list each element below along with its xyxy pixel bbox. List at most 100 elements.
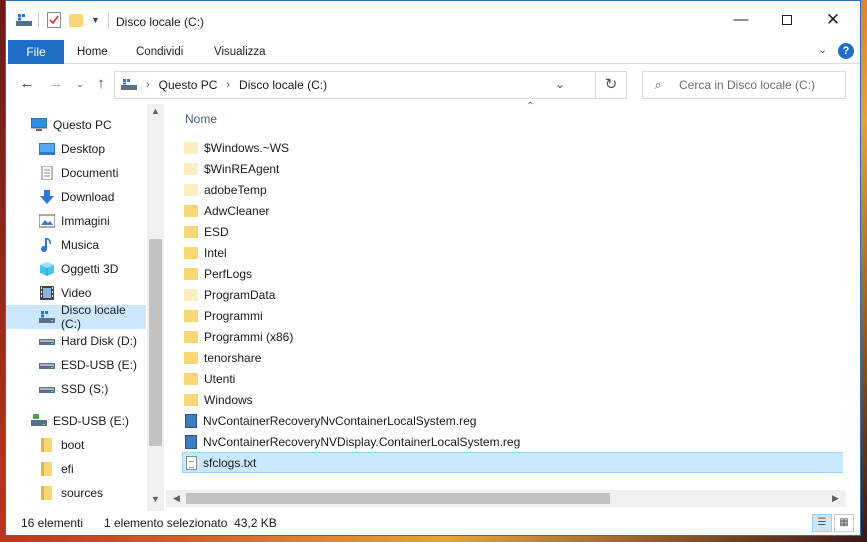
properties-icon[interactable] [47, 12, 61, 28]
sidebar-item-this-pc[interactable]: Questo PC [6, 113, 146, 137]
up-arrow-icon[interactable]: ↑ [90, 74, 112, 94]
maximize-icon [782, 14, 792, 25]
3d-objects-icon [39, 262, 55, 276]
sidebar-item-esd-usb-e[interactable]: ESD-USB (E:) [6, 353, 146, 377]
file-list: ⌃ Nome $Windows.~WS $WinREAgent adobeTem… [166, 101, 860, 509]
file-row[interactable]: NvContainerRecoveryNvContainerLocalSyste… [182, 410, 858, 431]
file-row[interactable]: $Windows.~WS [182, 137, 858, 158]
explorer-window: ▼ Disco locale (C:) — ✕ File Home Condiv… [5, 0, 861, 536]
file-name: $Windows.~WS [204, 140, 290, 155]
sidebar-item-documents[interactable]: Documenti [6, 161, 146, 185]
sort-ascending-icon: ⌃ [526, 101, 535, 112]
folder-icon [39, 486, 55, 500]
search-icon: ⌕ [654, 77, 662, 92]
sidebar-item-label: Video [61, 286, 92, 300]
drive-icon [39, 382, 55, 396]
registry-file-icon [185, 413, 197, 428]
scroll-left-icon[interactable]: ◀ [168, 490, 185, 507]
file-row[interactable]: ProgramData [182, 284, 858, 305]
file-row[interactable]: Programmi (x86) [182, 326, 858, 347]
file-row[interactable]: PerfLogs [182, 263, 858, 284]
file-row[interactable]: $WinREAgent [182, 158, 858, 179]
explorer-icon[interactable] [16, 13, 32, 27]
file-list-horizontal-scrollbar[interactable]: ◀ ▶ [166, 490, 846, 507]
file-row[interactable]: Intel [182, 242, 858, 263]
tab-file[interactable]: File [8, 40, 64, 64]
file-row[interactable]: NvContainerRecoveryNVDisplay.ContainerLo… [182, 431, 858, 452]
file-name: Intel [204, 245, 227, 260]
file-row[interactable]: Windows [182, 389, 858, 410]
sidebar-item-desktop[interactable]: Desktop [6, 137, 146, 161]
breadcrumb-local-disk[interactable]: Disco locale (C:) [239, 78, 327, 92]
folder-icon [184, 351, 198, 364]
back-arrow-icon[interactable]: ← [16, 74, 38, 94]
tab-share[interactable]: Condividi [136, 40, 183, 64]
sidebar-item-video[interactable]: Video [6, 281, 146, 305]
file-row[interactable]: tenorshare [182, 347, 858, 368]
sidebar-item-esd-usb-e-root[interactable]: ESD-USB (E:) [6, 409, 146, 433]
tab-home[interactable]: Home [77, 40, 108, 64]
file-row[interactable]: AdwCleaner [182, 200, 858, 221]
file-name: PerfLogs [204, 266, 253, 281]
sidebar-item-label: sources [61, 486, 104, 500]
pictures-icon [38, 214, 56, 228]
search-input[interactable]: ⌕ Cerca in Disco locale (C:) [642, 71, 846, 99]
sidebar-item-pictures[interactable]: Immagini [6, 209, 146, 233]
sidebar-item-hard-disk-d[interactable]: Hard Disk (D:) [6, 329, 146, 353]
sidebar-item-3d-objects[interactable]: Oggetti 3D [6, 257, 146, 281]
expand-ribbon-icon[interactable]: ⌄ [818, 43, 827, 56]
sidebar-item-label: Questo PC [53, 118, 112, 132]
address-bar[interactable]: › Questo PC › Disco locale (C:) ⌄ [114, 71, 596, 99]
sidebar-scrollbar[interactable]: ▲ ▼ [147, 104, 164, 511]
sidebar-item-efi[interactable]: efi [6, 457, 146, 481]
close-button[interactable]: ✕ [810, 1, 856, 38]
recent-locations-icon[interactable]: ⌄ [69, 74, 91, 94]
tab-view[interactable]: Visualizza [214, 40, 266, 64]
address-dropdown-icon[interactable]: ⌄ [555, 77, 565, 91]
scroll-up-icon[interactable]: ▲ [147, 106, 164, 122]
text-file-icon [186, 455, 197, 470]
navigation-pane: Questo PC Desktop Documenti Download Imm… [6, 104, 164, 511]
sidebar-item-local-disk-c[interactable]: Disco locale (C:) [6, 303, 146, 331]
sidebar-scroll-thumb[interactable] [149, 239, 162, 446]
item-count: 16 elementi [21, 516, 84, 530]
ribbon-tabs: File Home Condividi Visualizza ⌄ ? [6, 38, 860, 64]
horizontal-scroll-thumb[interactable] [186, 493, 610, 504]
refresh-button[interactable]: ↻ [596, 71, 627, 99]
sidebar-item-boot[interactable]: boot [6, 433, 146, 457]
file-name: sfclogs.txt [203, 455, 257, 470]
quick-access-toolbar: ▼ [16, 10, 100, 30]
details-view-icon[interactable]: ☰ [812, 514, 832, 532]
customize-dropdown-icon[interactable]: ▼ [91, 15, 100, 25]
folder-icon [184, 162, 198, 175]
sidebar-item-ssd-s[interactable]: SSD (S:) [6, 377, 146, 401]
folder-icon [184, 393, 198, 406]
help-icon[interactable]: ? [838, 43, 854, 59]
drive-icon [39, 334, 55, 348]
file-row[interactable]: ESD [182, 221, 858, 242]
folder-icon [184, 309, 198, 322]
scroll-right-icon[interactable]: ▶ [827, 490, 844, 507]
documents-icon [39, 165, 55, 181]
pc-location-icon [121, 79, 137, 91]
sidebar-item-music[interactable]: Musica [6, 233, 146, 257]
forward-arrow-icon[interactable]: → [45, 74, 67, 94]
selection-info: 1 elemento selezionato 43,2 KB [104, 516, 277, 530]
scroll-down-icon[interactable]: ▼ [147, 494, 164, 510]
minimize-button[interactable]: — [718, 1, 764, 38]
file-row-selected[interactable]: sfclogs.txt [182, 452, 858, 473]
file-row[interactable]: Utenti [182, 368, 858, 389]
sidebar-item-download[interactable]: Download [6, 185, 146, 209]
sidebar-item-sources[interactable]: sources [6, 481, 146, 505]
sidebar-item-label: Hard Disk (D:) [61, 334, 138, 348]
music-icon [39, 237, 55, 252]
sidebar-item-label: Musica [61, 238, 100, 252]
breadcrumb-this-pc[interactable]: Questo PC [159, 78, 218, 92]
column-header-name[interactable]: Nome [185, 112, 217, 126]
file-name: Programmi [204, 308, 263, 323]
file-row[interactable]: adobeTemp [182, 179, 858, 200]
large-icons-view-icon[interactable]: ▦ [834, 514, 854, 532]
file-row[interactable]: Programmi [182, 305, 858, 326]
new-folder-icon[interactable] [69, 13, 83, 27]
maximize-button[interactable] [764, 1, 810, 38]
